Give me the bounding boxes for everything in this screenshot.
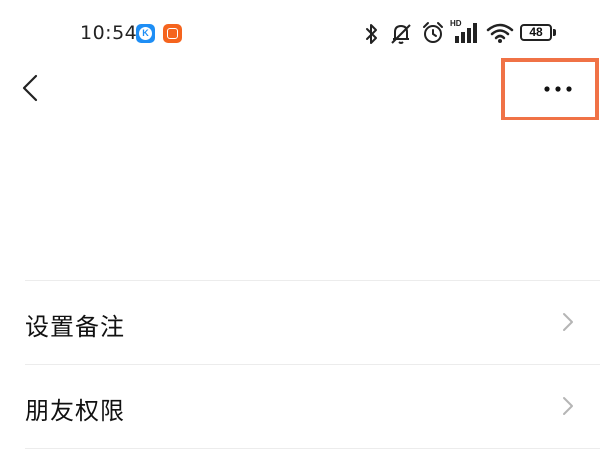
signal-hd-label: HD	[450, 19, 462, 28]
list-item-label: 设置备注	[25, 313, 125, 341]
divider	[25, 448, 600, 449]
battery-cap	[553, 29, 556, 36]
list-item-label: 朋友权限	[25, 397, 125, 425]
chevron-right-icon	[563, 397, 573, 415]
mi-app-icon	[163, 24, 182, 43]
list-item-friend-permissions[interactable]: 朋友权限	[0, 365, 600, 448]
list-item-set-remark[interactable]: 设置备注	[0, 281, 600, 364]
profile-area	[0, 120, 600, 280]
chevron-right-icon	[563, 313, 573, 331]
k-app-icon: K	[136, 24, 155, 43]
wifi-icon	[486, 23, 514, 43]
status-bar: 10:54 K HD 48	[0, 0, 600, 64]
top-nav-bar	[0, 58, 600, 121]
more-options-button[interactable]	[501, 58, 599, 121]
chevron-left-icon	[22, 74, 38, 102]
back-button[interactable]	[14, 70, 50, 106]
bluetooth-icon	[366, 24, 377, 44]
mute-icon	[391, 24, 411, 44]
battery-indicator: 48	[520, 24, 552, 41]
more-horizontal-icon	[544, 86, 572, 92]
alarm-icon	[423, 22, 443, 43]
status-time: 10:54	[80, 22, 138, 44]
